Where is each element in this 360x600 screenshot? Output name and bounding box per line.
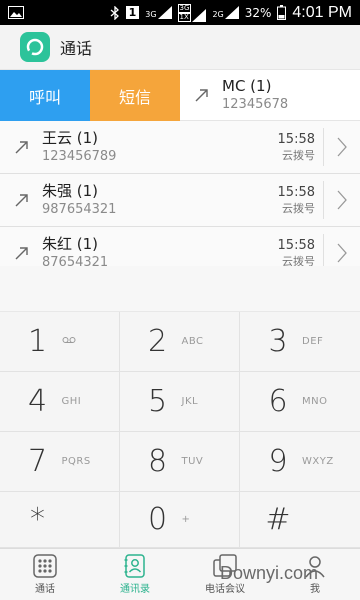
network-2g-label: 2G bbox=[212, 10, 224, 19]
network-1x-label: 1X bbox=[177, 12, 192, 22]
key-2[interactable]: 2 ABC bbox=[120, 312, 240, 372]
chevron-right-icon[interactable] bbox=[324, 227, 360, 267]
key-9[interactable]: 9 WXYZ bbox=[240, 432, 360, 492]
key-letters: DEF bbox=[302, 336, 324, 347]
outgoing-call-icon bbox=[15, 141, 28, 154]
app-title: 通话 bbox=[60, 39, 93, 58]
list-item[interactable]: 朱红 (1) 87654321 15:58 云拨号 bbox=[0, 227, 360, 266]
key-hash[interactable]: # bbox=[240, 492, 360, 548]
key-digit: # bbox=[265, 502, 291, 537]
outgoing-call-icon bbox=[195, 89, 208, 102]
nav-label: 通话 bbox=[35, 584, 55, 595]
recent-calls-list: 呼叫 短信 MC (1) 12345678 王云 (1) 123456789 1… bbox=[0, 70, 360, 266]
contacts-book-icon bbox=[124, 554, 145, 578]
call-via: 云拨号 bbox=[282, 254, 315, 267]
signal-bars-icon bbox=[192, 8, 207, 22]
key-digit: 4 bbox=[27, 384, 48, 419]
network-3g-label-b: 3G bbox=[177, 3, 192, 13]
contact-name: 王云 (1) bbox=[42, 129, 99, 147]
key-digit: 0 bbox=[147, 502, 168, 537]
status-right: 1 3G 3G 1X 2G 32% 4:01 PM bbox=[110, 3, 352, 22]
key-digit: 1 bbox=[27, 324, 48, 359]
gallery-notification-icon bbox=[8, 6, 24, 19]
contact-name: MC (1) bbox=[222, 77, 272, 95]
key-letters: MNO bbox=[302, 396, 328, 407]
nav-tab-contacts[interactable]: 通讯录 bbox=[90, 549, 180, 600]
app-logo-icon bbox=[20, 32, 50, 62]
contact-number: 987654321 bbox=[42, 202, 117, 217]
chevron-right-icon[interactable] bbox=[324, 174, 360, 227]
network-3g-label: 3G bbox=[145, 10, 157, 19]
key-1[interactable]: 1 bbox=[0, 312, 120, 372]
key-digit: 6 bbox=[268, 384, 288, 419]
key-digit: 9 bbox=[268, 444, 288, 479]
key-letters: GHI bbox=[61, 396, 82, 407]
sms-button[interactable]: 短信 bbox=[90, 70, 180, 121]
call-meta: 15:58 云拨号 bbox=[278, 181, 324, 219]
number-display[interactable] bbox=[0, 266, 360, 312]
status-left bbox=[8, 6, 24, 19]
key-digit: 2 bbox=[147, 324, 168, 359]
contact-number: 87654321 bbox=[42, 255, 109, 266]
nav-label: 通讯录 bbox=[120, 584, 150, 595]
key-digit: 7 bbox=[27, 444, 48, 479]
key-digit: 5 bbox=[147, 384, 168, 419]
selected-contact-info[interactable]: MC (1) 12345678 bbox=[180, 70, 288, 120]
dialpad-icon bbox=[33, 554, 57, 578]
list-item[interactable]: 王云 (1) 123456789 15:58 云拨号 bbox=[0, 121, 360, 174]
contact-name: 朱强 (1) bbox=[42, 182, 99, 200]
call-meta: 15:58 云拨号 bbox=[278, 234, 324, 266]
key-digit: 8 bbox=[147, 444, 168, 479]
status-bar: 1 3G 3G 1X 2G 32% 4:01 PM bbox=[0, 0, 360, 25]
outgoing-call-icon bbox=[15, 247, 28, 260]
call-time: 15:58 bbox=[277, 184, 315, 200]
call-via: 云拨号 bbox=[282, 201, 315, 215]
key-digit: 3 bbox=[268, 324, 288, 359]
key-6[interactable]: 6 MNO bbox=[240, 372, 360, 432]
outgoing-call-icon bbox=[15, 194, 28, 207]
signal-bars-icon bbox=[224, 6, 239, 19]
signal-bars-icon bbox=[157, 6, 172, 19]
key-3[interactable]: 3 DEF bbox=[240, 312, 360, 372]
contact-number: 123456789 bbox=[42, 149, 117, 164]
key-7[interactable]: 7 PQRS bbox=[0, 432, 120, 492]
key-0[interactable]: 0 + bbox=[120, 492, 240, 548]
key-letters: + bbox=[181, 514, 191, 525]
app-header: 通话 bbox=[0, 25, 360, 70]
call-time: 15:58 bbox=[277, 131, 315, 147]
key-4[interactable]: 4 GHI bbox=[0, 372, 120, 432]
contact-number: 12345678 bbox=[222, 97, 289, 112]
key-star[interactable]: * bbox=[0, 492, 120, 548]
key-8[interactable]: 8 TUV bbox=[120, 432, 240, 492]
watermark: Downyi.com bbox=[220, 563, 319, 583]
battery-percent: 32% bbox=[244, 5, 272, 20]
signal-3g-a: 3G bbox=[145, 6, 172, 19]
contact-name: 朱红 (1) bbox=[42, 235, 99, 253]
nav-tab-calls[interactable]: 通话 bbox=[0, 549, 90, 600]
signal-2g: 2G bbox=[212, 6, 239, 19]
voicemail-icon bbox=[62, 336, 96, 347]
bluetooth-icon bbox=[110, 5, 119, 20]
sim-badge: 1 bbox=[125, 6, 140, 19]
call-via: 云拨号 bbox=[282, 148, 315, 162]
key-letters: TUV bbox=[181, 456, 204, 467]
key-letters: WXYZ bbox=[302, 456, 334, 467]
battery-icon bbox=[277, 5, 287, 20]
call-meta: 15:58 云拨号 bbox=[278, 128, 324, 166]
call-button[interactable]: 呼叫 bbox=[0, 70, 90, 121]
dial-keypad: 1 2 ABC 3 DEF 4 GHI 5 JKL 6 MNO 7 PQRS 8… bbox=[0, 312, 360, 548]
selected-contact-row: 呼叫 短信 MC (1) 12345678 bbox=[0, 70, 360, 121]
clock: 4:01 PM bbox=[292, 3, 352, 21]
key-digit: * bbox=[30, 502, 45, 537]
chevron-right-icon[interactable] bbox=[324, 121, 360, 174]
list-item[interactable]: 朱强 (1) 987654321 15:58 云拨号 bbox=[0, 174, 360, 227]
call-time: 15:58 bbox=[277, 237, 315, 253]
key-letters: JKL bbox=[181, 396, 199, 407]
key-letters: ABC bbox=[181, 336, 204, 347]
key-letters: PQRS bbox=[61, 456, 91, 467]
signal-3g-1x: 3G 1X bbox=[177, 3, 207, 22]
key-5[interactable]: 5 JKL bbox=[120, 372, 240, 432]
